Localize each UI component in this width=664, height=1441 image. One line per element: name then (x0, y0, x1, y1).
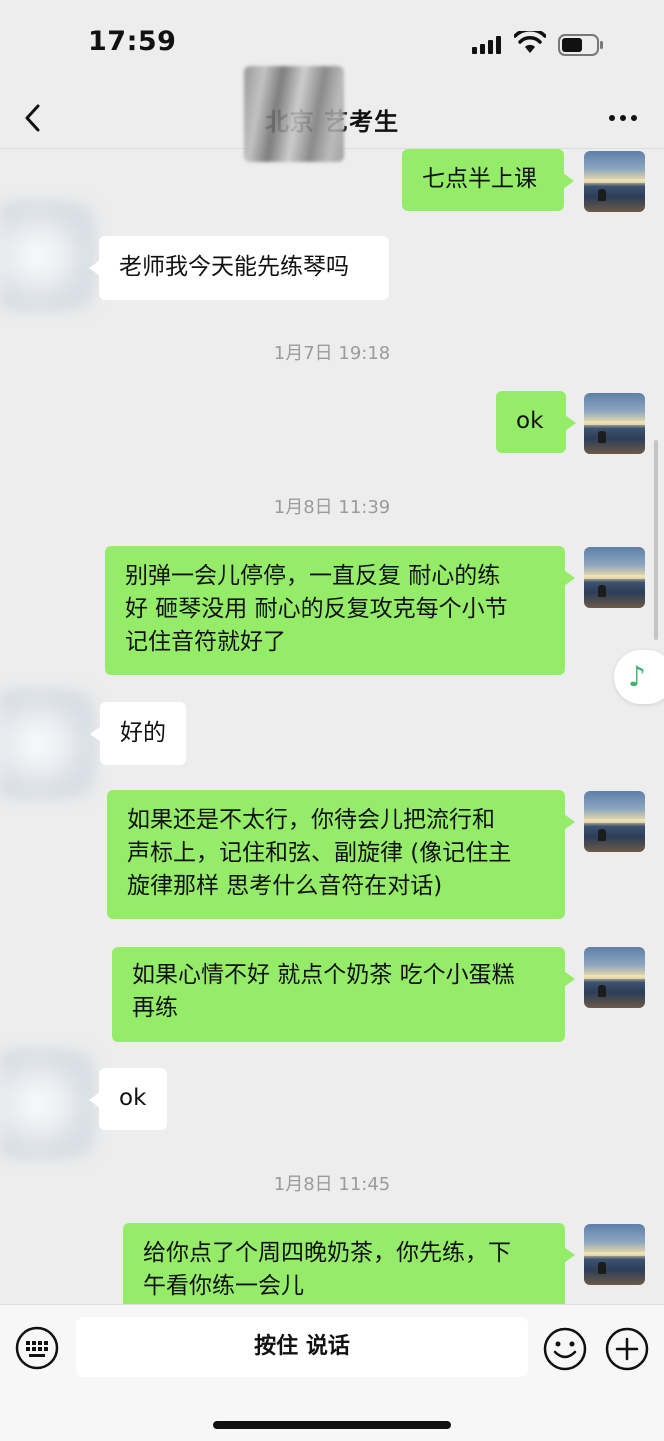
message-list[interactable]: 七点半上课 老师我今天能先练琴吗 1月7日 19:18 ok 1月8日 11:3… (0, 149, 664, 1304)
message-bubble[interactable]: 给你点了个周四晚奶茶，你先练，下 午看你练一会儿 (123, 1223, 575, 1304)
message-text: 旋律那样 思考什么音符在对话) (127, 873, 443, 899)
message-text: 好 砸琴没用 耐心的反复攻克每个小节 (125, 596, 508, 622)
contact-avatar[interactable] (0, 1049, 96, 1159)
message-text: ok (516, 408, 544, 434)
message-text: ok (119, 1085, 147, 1111)
message-text: 再练 (132, 995, 178, 1021)
input-bar: 按住 说话 (0, 1304, 664, 1441)
message-bubble[interactable]: 别弹一会儿停停，一直反复 耐心的练 好 砸琴没用 耐心的反复攻克每个小节 记住音… (105, 546, 575, 675)
music-note-icon: ♪ (628, 660, 646, 693)
plus-icon[interactable] (604, 1326, 650, 1372)
message-bubble[interactable]: 如果还是不太行，你待会儿把流行和 声标上，记住和弦、副旋律 (像记住主 旋律那样… (107, 790, 575, 919)
message-bubble[interactable]: 好的 (90, 702, 186, 765)
self-avatar[interactable] (584, 547, 645, 608)
message-text: 如果还是不太行，你待会儿把流行和 (127, 807, 495, 833)
redacted-name-blur (244, 66, 344, 162)
battery-icon (558, 34, 603, 56)
message-bubble[interactable]: 如果心情不好 就点个奶茶 吃个小蛋糕 再练 (112, 947, 575, 1042)
timestamp: 1月8日 11:45 (273, 1174, 391, 1195)
self-avatar[interactable] (584, 791, 645, 852)
message-bubble[interactable]: 老师我今天能先练琴吗 (89, 236, 389, 300)
message-text: 给你点了个周四晚奶茶，你先练，下 (143, 1240, 511, 1266)
keyboard-icon[interactable] (15, 1326, 59, 1370)
floating-music-button[interactable]: ♪ (614, 650, 664, 704)
timestamp: 1月7日 19:18 (273, 343, 391, 364)
message-text: 别弹一会儿停停，一直反复 耐心的练 (125, 563, 501, 589)
self-avatar[interactable] (584, 1224, 645, 1285)
message-bubble[interactable]: 七点半上课 (402, 149, 574, 211)
message-text: 午看你练一会儿 (143, 1273, 304, 1299)
scrollbar[interactable] (654, 440, 658, 640)
message-bubble[interactable]: ok (89, 1068, 167, 1130)
home-indicator[interactable] (213, 1421, 451, 1429)
self-avatar[interactable] (584, 393, 645, 454)
message-text: 老师我今天能先练琴吗 (119, 254, 349, 280)
message-bubble[interactable]: ok (496, 391, 576, 453)
wifi-icon (514, 31, 546, 53)
message-text: 七点半上课 (422, 166, 537, 192)
timestamp: 1月8日 11:39 (273, 497, 391, 518)
message-text: 声标上，记住和弦、副旋律 (像记住主 (127, 840, 512, 866)
message-text: 记住音符就好了 (125, 629, 286, 655)
more-dots-icon[interactable] (608, 108, 638, 128)
self-avatar[interactable] (584, 151, 645, 212)
contact-avatar[interactable] (0, 689, 96, 799)
message-text: 如果心情不好 就点个奶茶 吃个小蛋糕 (132, 962, 515, 988)
message-text: 好的 (120, 720, 166, 746)
hold-to-talk-button[interactable]: 按住 说话 (76, 1317, 528, 1377)
cellular-signal-icon (472, 36, 501, 54)
status-time: 17:59 (88, 26, 177, 57)
emoji-icon[interactable] (542, 1326, 588, 1372)
self-avatar[interactable] (584, 947, 645, 1008)
contact-avatar[interactable] (0, 201, 96, 311)
